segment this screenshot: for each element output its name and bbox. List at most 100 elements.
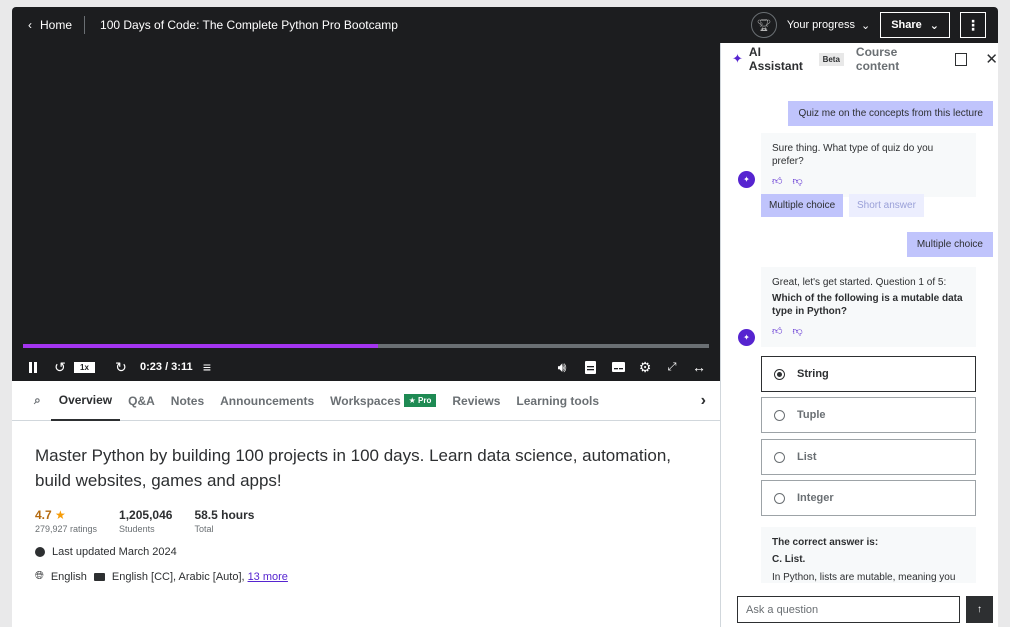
- ai-assistant-tab[interactable]: AI Assistant: [749, 45, 813, 73]
- thumbs-up-icon[interactable]: 👍︎: [772, 175, 782, 188]
- settings-gear-icon[interactable]: ⚙: [637, 359, 653, 375]
- answer-explanation: In Python, lists are mutable, meaning yo…: [772, 572, 956, 583]
- option-label: List: [797, 451, 817, 463]
- pause-icon[interactable]: [26, 360, 40, 374]
- assistant-avatar: ✦: [738, 329, 755, 346]
- app-window: ‹ Home 100 Days of Code: The Complete Py…: [12, 7, 998, 627]
- overview-section: Master Python by building 100 projects i…: [35, 443, 705, 583]
- short-answer-chip[interactable]: Short answer: [849, 194, 924, 217]
- course-stats: 4.7 ★ 279,927 ratings 1,205,046 Students…: [35, 508, 705, 534]
- thumbs-down-icon[interactable]: 👎︎: [792, 175, 802, 188]
- search-icon[interactable]: ⌕: [12, 381, 51, 421]
- option-label: Tuple: [797, 409, 826, 421]
- chevron-left-icon: ‹: [28, 18, 32, 32]
- multiple-choice-chip[interactable]: Multiple choice: [761, 194, 844, 217]
- topbar-actions: 🏆︎ Your progress ⌄ Share ⌄ ⋮: [750, 11, 986, 39]
- students-stat: 1,205,046 Students: [119, 508, 172, 534]
- quiz-option-integer[interactable]: Integer: [761, 480, 976, 516]
- language-text: English: [50, 570, 87, 583]
- progress-label: Your progress: [786, 19, 855, 31]
- option-label: String: [797, 368, 829, 380]
- user-message: Multiple choice: [906, 232, 993, 257]
- speed-button[interactable]: 1x: [74, 362, 95, 373]
- beta-badge: Beta: [818, 52, 844, 66]
- tab-workspaces[interactable]: Workspaces ★ Pro: [322, 381, 444, 421]
- answer-value: C. List.: [772, 554, 806, 565]
- transcript-icon[interactable]: [583, 359, 597, 375]
- expand-width-icon[interactable]: ↔: [691, 359, 707, 375]
- last-updated-text: Last updated March 2024: [52, 546, 177, 558]
- feedback-buttons: 👍︎ 👎︎: [772, 175, 965, 188]
- assistant-message-text: Sure thing. What type of quiz do you pre…: [772, 143, 934, 167]
- quiz-option-string[interactable]: String: [761, 356, 976, 392]
- progress-button[interactable]: Your progress ⌄: [787, 19, 870, 32]
- thumbs-up-icon[interactable]: 👍︎: [772, 325, 782, 338]
- user-message: Quiz me on the concepts from this lectur…: [788, 101, 993, 126]
- rewind-icon[interactable]: ↺: [52, 359, 68, 375]
- ask-question-input[interactable]: Ask a question: [737, 596, 960, 623]
- alert-info-icon: [35, 547, 45, 557]
- ratings-count: 279,927 ratings: [35, 524, 98, 534]
- more-options-button[interactable]: ⋮: [960, 12, 986, 38]
- chevron-right-icon[interactable]: ›: [693, 381, 714, 421]
- course-content-tab[interactable]: Course content: [856, 45, 937, 73]
- radio-selected: [774, 368, 785, 380]
- language-row: 🌐︎ English English [CC], Arabic [Auto], …: [35, 570, 705, 583]
- total-hours: 58.5 hours: [194, 508, 255, 522]
- sparkle-icon: ✦: [732, 51, 743, 66]
- share-button[interactable]: Share ⌄: [880, 12, 950, 38]
- captions-small-icon: [93, 572, 105, 581]
- collapse-panel-icon[interactable]: [955, 52, 968, 66]
- panel-header: ✦ AI Assistant Beta Course content ✕: [721, 43, 998, 75]
- radio-unselected: [774, 492, 785, 504]
- tab-learning-tools[interactable]: Learning tools: [508, 381, 607, 421]
- video-progress-bar[interactable]: [23, 344, 709, 348]
- fullscreen-icon[interactable]: ⤢: [664, 359, 680, 375]
- home-link[interactable]: ‹ Home: [12, 16, 86, 34]
- thumbs-down-icon[interactable]: 👎︎: [792, 325, 802, 338]
- assistant-message: Great, let's get started. Question 1 of …: [761, 267, 976, 347]
- captions-text: English [CC], Arabic [Auto],: [111, 570, 245, 583]
- chat-thread: Quiz me on the concepts from this lectur…: [721, 77, 998, 583]
- close-icon[interactable]: ✕: [985, 50, 998, 68]
- last-updated-row: Last updated March 2024: [35, 546, 705, 558]
- quiz-option-list[interactable]: List: [761, 439, 976, 475]
- player-controls: ↺ 1x ↻ 0:23 / 3:11 ≡ 🔊︎ ⚙ ⤢ ↔: [12, 354, 720, 380]
- star-icon: ★: [55, 508, 66, 522]
- chevron-down-icon: ⌄: [929, 19, 939, 32]
- volume-icon[interactable]: 🔊︎: [554, 359, 570, 375]
- quiz-question: Which of the following is a mutable data…: [772, 293, 963, 317]
- tab-overview[interactable]: Overview: [50, 381, 121, 421]
- transcript-list-icon[interactable]: ≡: [199, 359, 215, 375]
- rating-value: 4.7: [35, 508, 52, 522]
- radio-unselected: [774, 451, 785, 463]
- captions-icon[interactable]: [610, 359, 626, 375]
- hours-stat: 58.5 hours Total: [194, 508, 254, 534]
- tab-announcements[interactable]: Announcements: [212, 381, 322, 421]
- top-bar: ‹ Home 100 Days of Code: The Complete Py…: [12, 7, 998, 43]
- forward-icon[interactable]: ↻: [113, 359, 129, 375]
- video-player[interactable]: ↺ 1x ↻ 0:23 / 3:11 ≡ 🔊︎ ⚙ ⤢ ↔: [12, 43, 720, 381]
- trophy-icon[interactable]: 🏆︎: [750, 12, 777, 38]
- assistant-avatar: ✦: [738, 171, 755, 188]
- option-label: Integer: [797, 492, 834, 504]
- quiz-option-tuple[interactable]: Tuple: [761, 397, 976, 433]
- timecode: 0:23 / 3:11: [140, 361, 193, 373]
- assistant-message: Sure thing. What type of quiz do you pre…: [761, 133, 976, 197]
- answer-title: The correct answer is:: [772, 537, 879, 548]
- home-label: Home: [40, 18, 73, 32]
- students-label: Students: [119, 524, 155, 534]
- tab-qa[interactable]: Q&A: [120, 381, 163, 421]
- send-arrow-icon[interactable]: ↑: [966, 596, 993, 623]
- rating-stat: 4.7 ★ 279,927 ratings: [35, 508, 97, 534]
- answer-message: The correct answer is: C. List. In Pytho…: [761, 527, 976, 583]
- share-label: Share: [891, 19, 922, 31]
- pro-badge: ★ Pro: [403, 394, 437, 407]
- tab-workspaces-label: Workspaces: [330, 393, 401, 408]
- hours-label: Total: [194, 524, 214, 534]
- more-languages-link[interactable]: 13 more: [248, 571, 288, 583]
- course-tabs: ⌕ Overview Q&A Notes Announcements Works…: [12, 381, 720, 421]
- chevron-down-icon: ⌄: [860, 19, 871, 32]
- tab-reviews[interactable]: Reviews: [444, 381, 508, 421]
- tab-notes[interactable]: Notes: [163, 381, 212, 421]
